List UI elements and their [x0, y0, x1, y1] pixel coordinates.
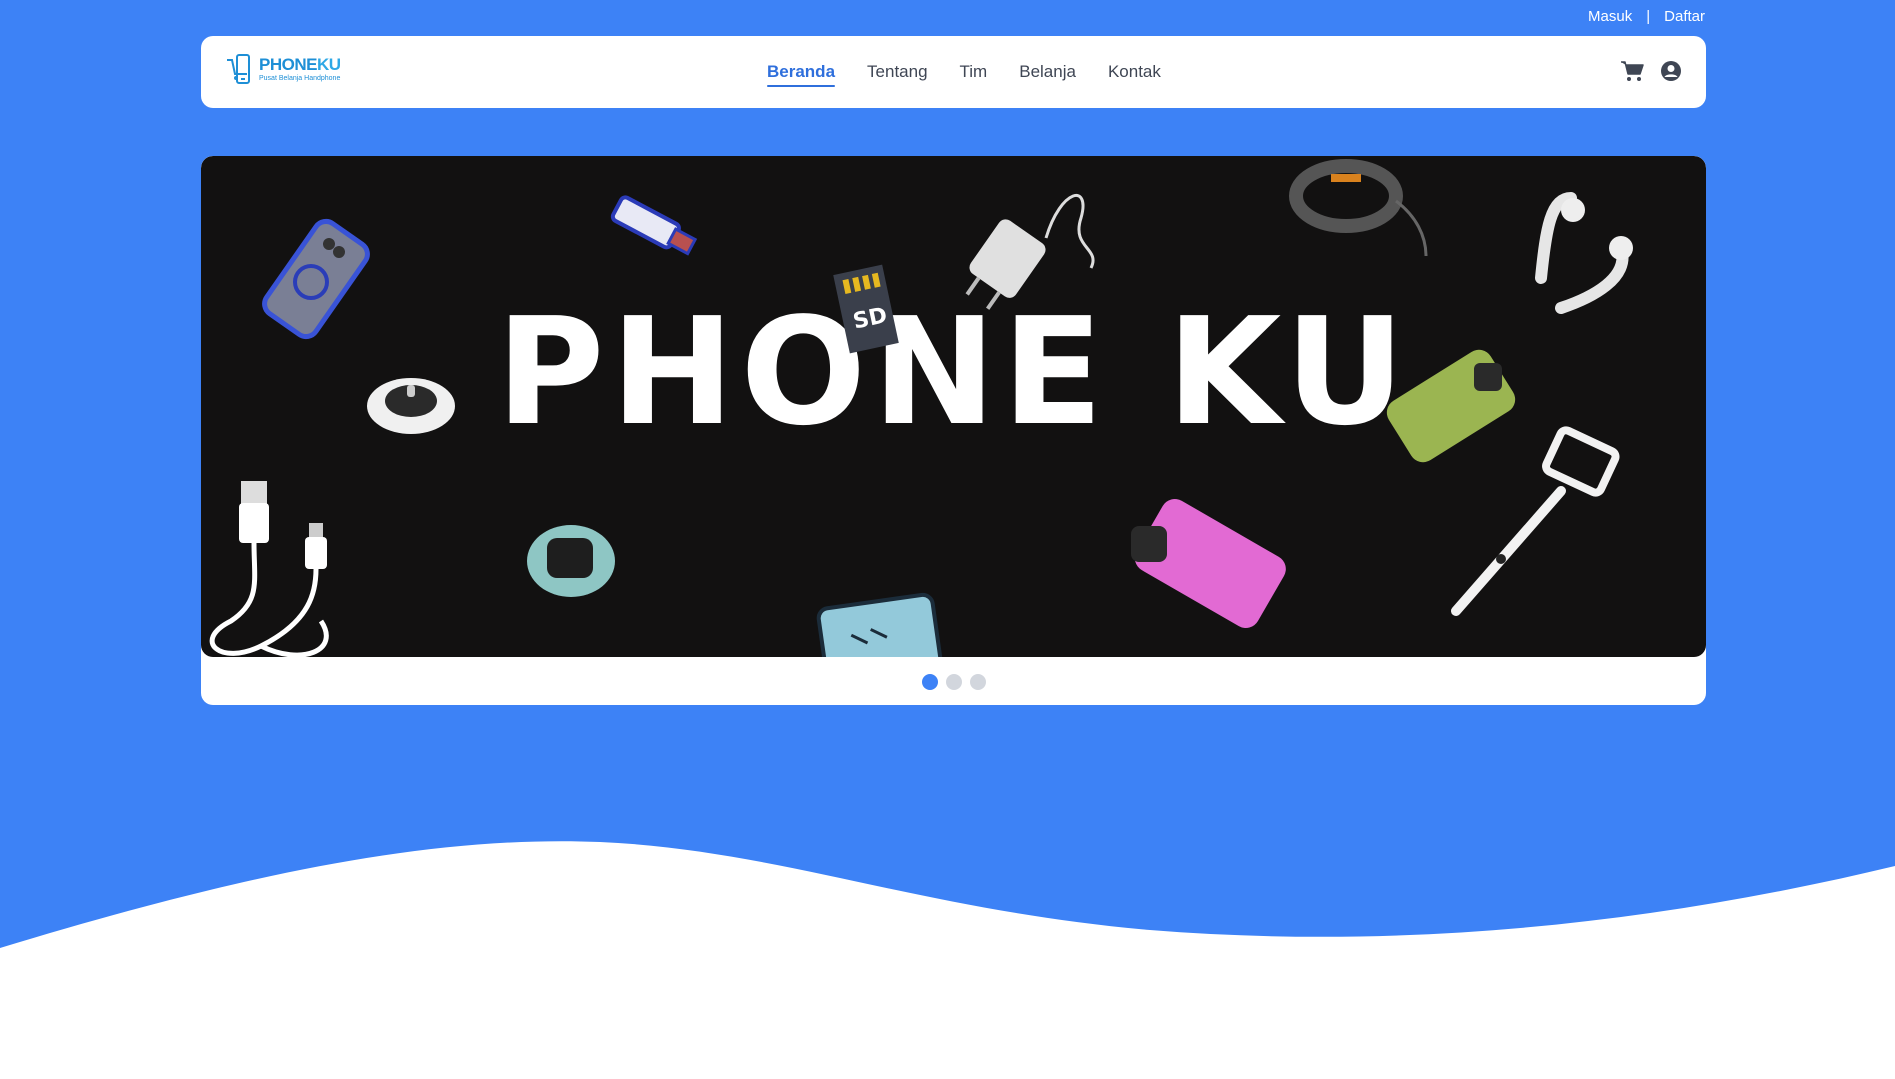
cart-icon[interactable] [1620, 60, 1644, 87]
carousel-dot-3[interactable] [969, 674, 986, 690]
charger-icon [965, 194, 1095, 310]
nav-item-tim[interactable]: Tim [960, 36, 988, 108]
hero-carousel: PHONE KU SD [201, 156, 1706, 705]
brand-logo[interactable]: PHONEKU Pusat Belanja Handphone [225, 52, 341, 86]
login-link[interactable]: Masuk [1588, 8, 1632, 25]
phone-case-icon [262, 218, 370, 340]
earbuds-icon [1535, 192, 1633, 314]
nav-item-kontak[interactable]: Kontak [1108, 36, 1161, 108]
register-link[interactable]: Daftar [1664, 8, 1705, 25]
auth-separator: | [1646, 8, 1651, 25]
brand-name: PHONEKU [259, 56, 341, 73]
nav-item-belanja[interactable]: Belanja [1019, 36, 1076, 108]
nav-item-beranda[interactable]: Beranda [767, 36, 836, 108]
carousel-slide[interactable]: PHONE KU SD [201, 156, 1706, 657]
wave-divider [0, 841, 1895, 1079]
headphones-icon [1289, 159, 1428, 257]
phone-case-pink-icon [1131, 498, 1286, 629]
user-circle-icon[interactable] [1660, 60, 1682, 87]
usb-flash-drive-icon [610, 195, 698, 256]
nav-icons [1620, 60, 1682, 87]
carousel-dot-1[interactable] [921, 674, 938, 690]
selfie-stick-icon [1451, 426, 1620, 616]
screen-protector-icon [816, 592, 944, 657]
smartwatch-icon [527, 525, 615, 597]
nav-item-tentang[interactable]: Tentang [867, 36, 928, 108]
carousel-dot-2[interactable] [945, 674, 962, 690]
mouse-icon [367, 378, 455, 434]
main-nav: Beranda Tentang Tim Belanja Kontak [767, 36, 1161, 108]
brand-tagline: Pusat Belanja Handphone [259, 75, 341, 82]
sd-card-icon: SD [833, 264, 899, 354]
brand-name-a: PHONE [259, 55, 317, 74]
auth-links: Masuk | Daftar [1588, 8, 1705, 25]
navbar: PHONEKU Pusat Belanja Handphone Beranda … [201, 36, 1706, 108]
carousel-indicators [201, 674, 1706, 690]
brand-name-b: KU [316, 55, 341, 74]
phone-cart-logo-icon [227, 54, 250, 84]
usb-cable-icon [209, 481, 329, 657]
